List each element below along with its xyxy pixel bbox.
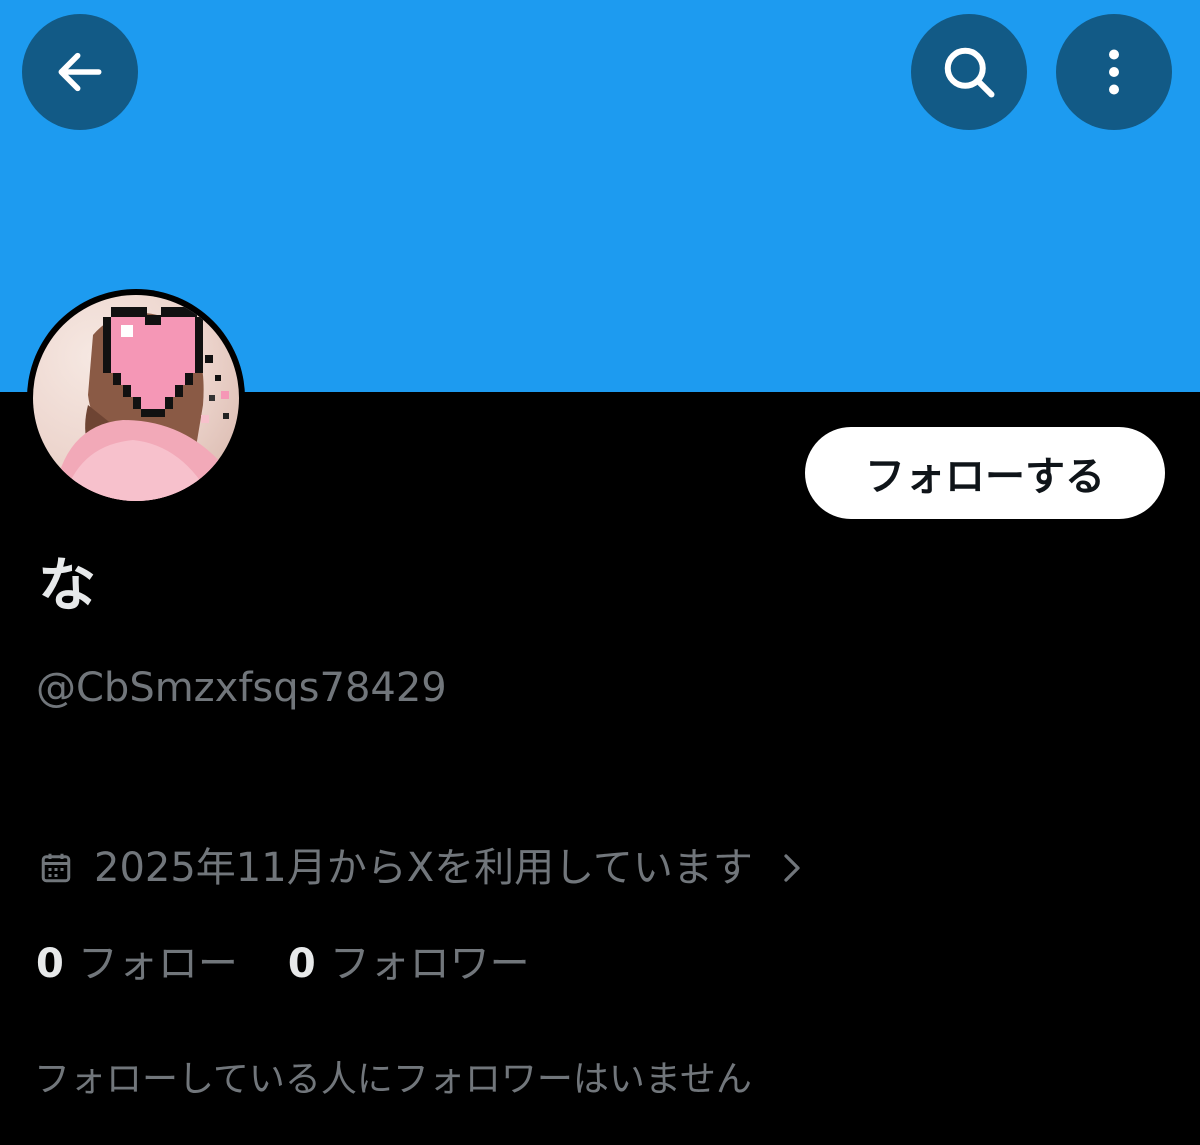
follow-stats: 0 フォロー 0 フォロワー: [36, 944, 530, 984]
joined-date-text: 2025年11月からXを利用しています: [94, 845, 753, 891]
user-handle: @CbSmzxfsqs78429: [36, 665, 447, 711]
search-icon: [939, 42, 999, 102]
chevron-right-icon: [777, 850, 807, 886]
following-count: 0: [36, 941, 64, 987]
more-options-button[interactable]: [1056, 14, 1172, 130]
avatar[interactable]: [27, 289, 245, 507]
joined-date-row[interactable]: 2025年11月からXを利用しています: [38, 848, 807, 888]
following-link[interactable]: 0 フォロー: [36, 944, 238, 984]
back-button[interactable]: [22, 14, 138, 130]
calendar-icon: [38, 850, 74, 886]
more-vertical-icon: [1084, 42, 1144, 102]
followers-count: 0: [287, 941, 316, 987]
followers-link[interactable]: 0 フォロワー: [288, 944, 530, 984]
mutual-followers-text: フォローしている人にフォロワーはいません: [34, 1059, 752, 1100]
following-label: フォロー: [77, 941, 238, 987]
follow-button[interactable]: フォローする: [805, 427, 1165, 519]
followers-label: フォロワー: [329, 941, 530, 987]
display-name: な: [38, 551, 97, 619]
arrow-left-icon: [52, 44, 108, 100]
search-button[interactable]: [911, 14, 1027, 130]
avatar-image: [33, 295, 239, 501]
